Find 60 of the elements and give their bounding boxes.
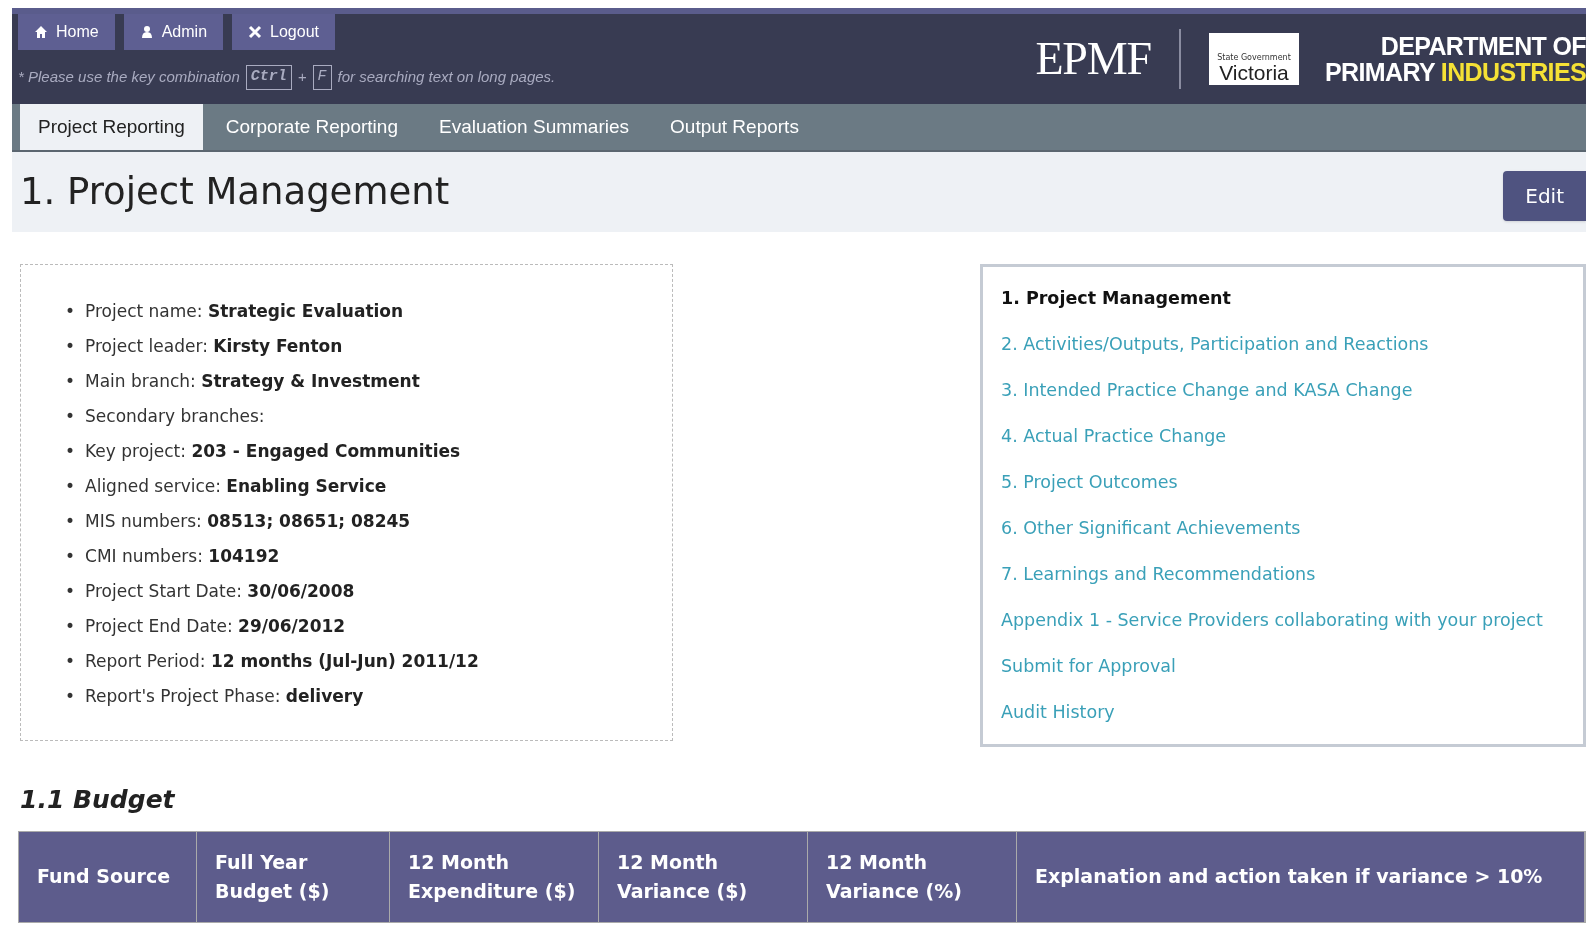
user-icon — [139, 25, 154, 39]
detail-item: Project leader: Kirsty Fenton — [85, 335, 343, 358]
section-link[interactable]: Appendix 1 - Service Providers collaborating with your project — [991, 597, 1575, 643]
detail-item: Main branch: Strategy & Investment — [85, 370, 420, 393]
nav-tab[interactable]: Output Reports — [652, 104, 817, 150]
detail-item: CMI numbers: 104192 — [85, 545, 280, 568]
bullet: • — [65, 615, 76, 638]
section-link[interactable]: 2. Activities/Outputs, Participation and Reactions — [991, 321, 1575, 367]
detail-item: MIS numbers: 08513; 08651; 08245 — [85, 510, 411, 533]
nav-tab[interactable]: Evaluation Summaries — [420, 104, 648, 150]
app-logo: EPMF — [1035, 36, 1151, 82]
detail-item: Aligned service: Enabling Service — [85, 475, 387, 498]
detail-item: Secondary branches: — [85, 405, 265, 428]
plus-sign: + — [297, 67, 307, 87]
detail-item: Project End Date: 29/06/2012 — [85, 615, 346, 638]
department-logo: DEPARTMENT OF PRIMARY INDUSTRIES — [1325, 33, 1586, 85]
bullet: • — [65, 300, 76, 323]
nav-button[interactable]: Home — [18, 14, 115, 50]
section-link[interactable]: 4. Actual Practice Change — [991, 413, 1575, 459]
home-icon — [34, 25, 48, 39]
column-header: 12 Month Expenditure ($) — [390, 831, 599, 922]
hint-text: for searching text on long pages. — [337, 67, 556, 87]
bullet: • — [65, 475, 76, 498]
bullet: • — [65, 650, 76, 673]
bullet: • — [65, 545, 76, 568]
column-header: 12 Month Variance (%) — [808, 831, 1017, 922]
nav-tab[interactable]: Corporate Reporting — [207, 104, 416, 150]
bullet: • — [65, 685, 76, 708]
section-link[interactable]: 6. Other Significant Achievements — [991, 505, 1575, 551]
close-icon — [248, 25, 263, 39]
section-heading: 1.1 Budget — [20, 784, 176, 816]
column-header: Explanation and action taken if variance > 10% — [1017, 831, 1585, 922]
column-header: Full Year Budget ($) — [197, 831, 390, 922]
section-link[interactable]: 3. Intended Practice Change and KASA Change — [991, 367, 1575, 413]
bullet: • — [65, 440, 76, 463]
hint-text: * Please use the key combination — [18, 67, 240, 87]
detail-item: Report Period: 12 months (Jul-Jun) 2011/12 — [85, 650, 479, 673]
detail-item: Key project: 203 - Engaged Communities — [85, 440, 461, 463]
detail-item: Report's Project Phase: delivery — [85, 685, 364, 708]
nav-button[interactable]: Logout — [232, 14, 335, 50]
key-cap: F — [312, 65, 332, 90]
bullet: • — [65, 405, 76, 428]
detail-item: Project name: Strategic Evaluation — [85, 300, 404, 323]
key-cap: Ctrl — [245, 65, 292, 90]
detail-item: Project Start Date: 30/06/2008 — [85, 580, 355, 603]
section-link[interactable]: Submit for Approval — [991, 643, 1575, 689]
section-link[interactable]: 5. Project Outcomes — [991, 459, 1575, 505]
bullet: • — [65, 370, 76, 393]
bullet: • — [65, 510, 76, 533]
section-link[interactable]: Audit History — [991, 689, 1575, 735]
edit-button[interactable]: Edit — [1503, 171, 1586, 221]
page-title: 1. Project Management — [20, 169, 450, 216]
column-header: Fund Source — [19, 831, 197, 922]
nav-tab[interactable]: Project Reporting — [20, 104, 203, 150]
column-header: 12 Month Variance ($) — [599, 831, 808, 922]
nav-button[interactable]: Admin — [123, 14, 224, 50]
section-link[interactable]: 7. Learnings and Recommendations — [991, 551, 1575, 597]
bullet: • — [65, 335, 76, 358]
bullet: • — [65, 580, 76, 603]
government-logo: State Government Victoria — [1209, 33, 1299, 85]
